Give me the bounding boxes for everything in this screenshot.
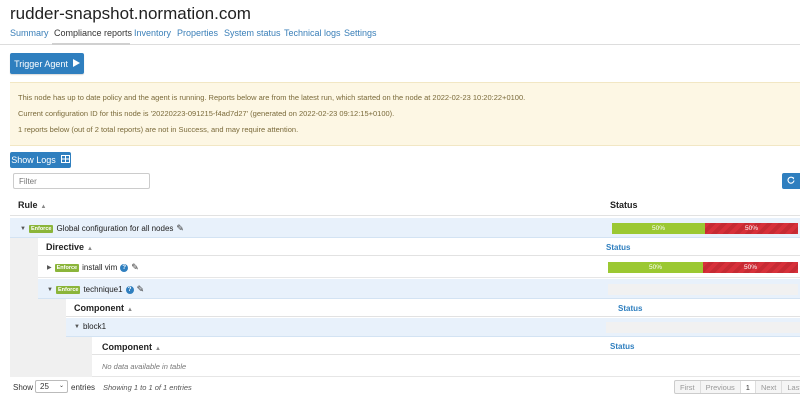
filter-input[interactable] [13, 173, 150, 189]
tab-compliance-reports[interactable]: Compliance reports [54, 28, 132, 38]
directive-column-header[interactable]: Directive ▲ [46, 242, 93, 252]
empty-table-message: No data available in table [102, 362, 187, 371]
sort-asc-icon: ▲ [127, 307, 133, 313]
directive-header-label: Directive [46, 242, 85, 252]
component-nested-gutter [66, 337, 92, 377]
success-segment: 50% [612, 223, 705, 234]
component-table-header: Component ▲ Status [66, 299, 800, 317]
component-compliance-bar-empty [606, 322, 800, 333]
active-tab-indicator [52, 43, 130, 45]
rule-compliance-bar: 50% 50% [612, 223, 798, 234]
directive-table-header: Directive ▲ Status [38, 238, 800, 256]
status-column-header[interactable]: Status [610, 200, 638, 210]
pagination: First Previous 1 Next Last [674, 380, 800, 394]
pager-current[interactable]: 1 [740, 381, 756, 393]
rule-column-header[interactable]: Rule ▲ [18, 200, 46, 210]
show-label: Show [13, 383, 34, 392]
sort-asc-icon: ▲ [40, 204, 47, 210]
help-icon[interactable]: ? [120, 263, 129, 272]
component-column-header[interactable]: Component ▲ [74, 303, 133, 313]
component-header-label: Component [74, 303, 124, 313]
caret-down-icon[interactable]: ▼ [47, 287, 53, 293]
subcomponent-table-header: Component ▲ Status [92, 337, 800, 355]
trigger-agent-button[interactable]: Trigger Agent [10, 53, 84, 74]
directive-status-header[interactable]: Status [606, 243, 630, 252]
error-segment: 50% [705, 223, 798, 234]
tab-properties[interactable]: Properties [177, 28, 218, 38]
caret-down-icon[interactable]: ▼ [74, 324, 80, 330]
entries-label: entries [71, 383, 96, 392]
empty-table-row: No data available in table [92, 356, 800, 377]
caret-right-icon[interactable]: ▶ [47, 264, 52, 271]
table-footer: Show 25 ⌄ entries Showing 1 to 1 of 1 en… [0, 377, 800, 401]
directive-name: technique1 [83, 285, 123, 294]
component-name: block1 [82, 322, 107, 331]
directive-compliance-bar: 50% 50% [608, 262, 798, 273]
alert-line-config: Current configuration ID for this node i… [18, 109, 395, 118]
enforce-badge: Enforce [28, 224, 54, 233]
directive-row[interactable]: ▶ Enforce install vim ? ✎ 50% 50% [38, 257, 800, 278]
page-size-select[interactable]: 25 ⌄ [35, 380, 68, 393]
tab-system-status[interactable]: System status [224, 28, 281, 38]
table-icon [60, 155, 70, 165]
run-status-alert: This node has up to date policy and the … [10, 82, 800, 146]
tab-settings[interactable]: Settings [344, 28, 377, 38]
show-logs-label: Show Logs [11, 155, 56, 165]
error-segment: 50% [703, 262, 798, 273]
pencil-icon[interactable]: ✎ [131, 262, 139, 273]
enforce-badge: Enforce [55, 285, 81, 294]
enforce-badge: Enforce [54, 263, 80, 272]
alert-line-reports: 1 reports below (out of 2 total reports)… [18, 125, 299, 134]
rule-header-label: Rule [18, 200, 38, 210]
pager-next[interactable]: Next [756, 381, 783, 393]
show-logs-button[interactable]: Show Logs [10, 152, 71, 168]
rule-nested-gutter [10, 238, 38, 377]
tab-summary[interactable]: Summary [10, 28, 49, 38]
rule-name: Global configuration for all nodes [56, 224, 174, 233]
trigger-agent-label: Trigger Agent [14, 58, 68, 69]
pencil-icon[interactable]: ✎ [137, 284, 145, 295]
page-title: rudder-snapshot.normation.com [10, 4, 251, 23]
chevron-down-icon: ⌄ [58, 383, 64, 389]
directive-name: install vim [82, 263, 118, 272]
rule-row[interactable]: ▼ Enforce Global configuration for all n… [10, 218, 800, 238]
rule-table-header: Rule ▲ Status [10, 194, 800, 216]
table-info: Showing 1 to 1 of 1 entries [103, 383, 192, 392]
subcomponent-header-label: Component [102, 342, 152, 352]
pager-first[interactable]: First [675, 381, 701, 393]
pager-previous[interactable]: Previous [701, 381, 741, 393]
tab-inventory[interactable]: Inventory [134, 28, 171, 38]
directive-nested-gutter [38, 299, 66, 377]
tab-bar: Summary Compliance reports Inventory Pro… [0, 26, 800, 45]
alert-line-run: This node has up to date policy and the … [18, 93, 526, 102]
tab-technical-logs[interactable]: Technical logs [284, 28, 341, 38]
sort-asc-icon: ▲ [87, 246, 93, 252]
component-row[interactable]: ▼ block1 [66, 318, 800, 337]
caret-down-icon[interactable]: ▼ [20, 226, 26, 232]
component-status-header[interactable]: Status [618, 304, 642, 313]
success-segment: 50% [608, 262, 703, 273]
refresh-icon [787, 176, 795, 186]
play-icon [72, 58, 80, 69]
subcomponent-status-header[interactable]: Status [610, 342, 634, 351]
pencil-icon[interactable]: ✎ [176, 223, 184, 234]
page-size-value: 25 [40, 382, 49, 391]
help-icon[interactable]: ? [125, 285, 134, 294]
refresh-button[interactable] [782, 173, 800, 189]
directive-compliance-bar-empty [608, 284, 798, 295]
subcomponent-column-header[interactable]: Component ▲ [102, 342, 161, 352]
directive-row[interactable]: ▼ Enforce technique1 ? ✎ [38, 279, 800, 299]
sort-asc-icon: ▲ [155, 346, 161, 352]
pager-last[interactable]: Last [782, 381, 800, 393]
